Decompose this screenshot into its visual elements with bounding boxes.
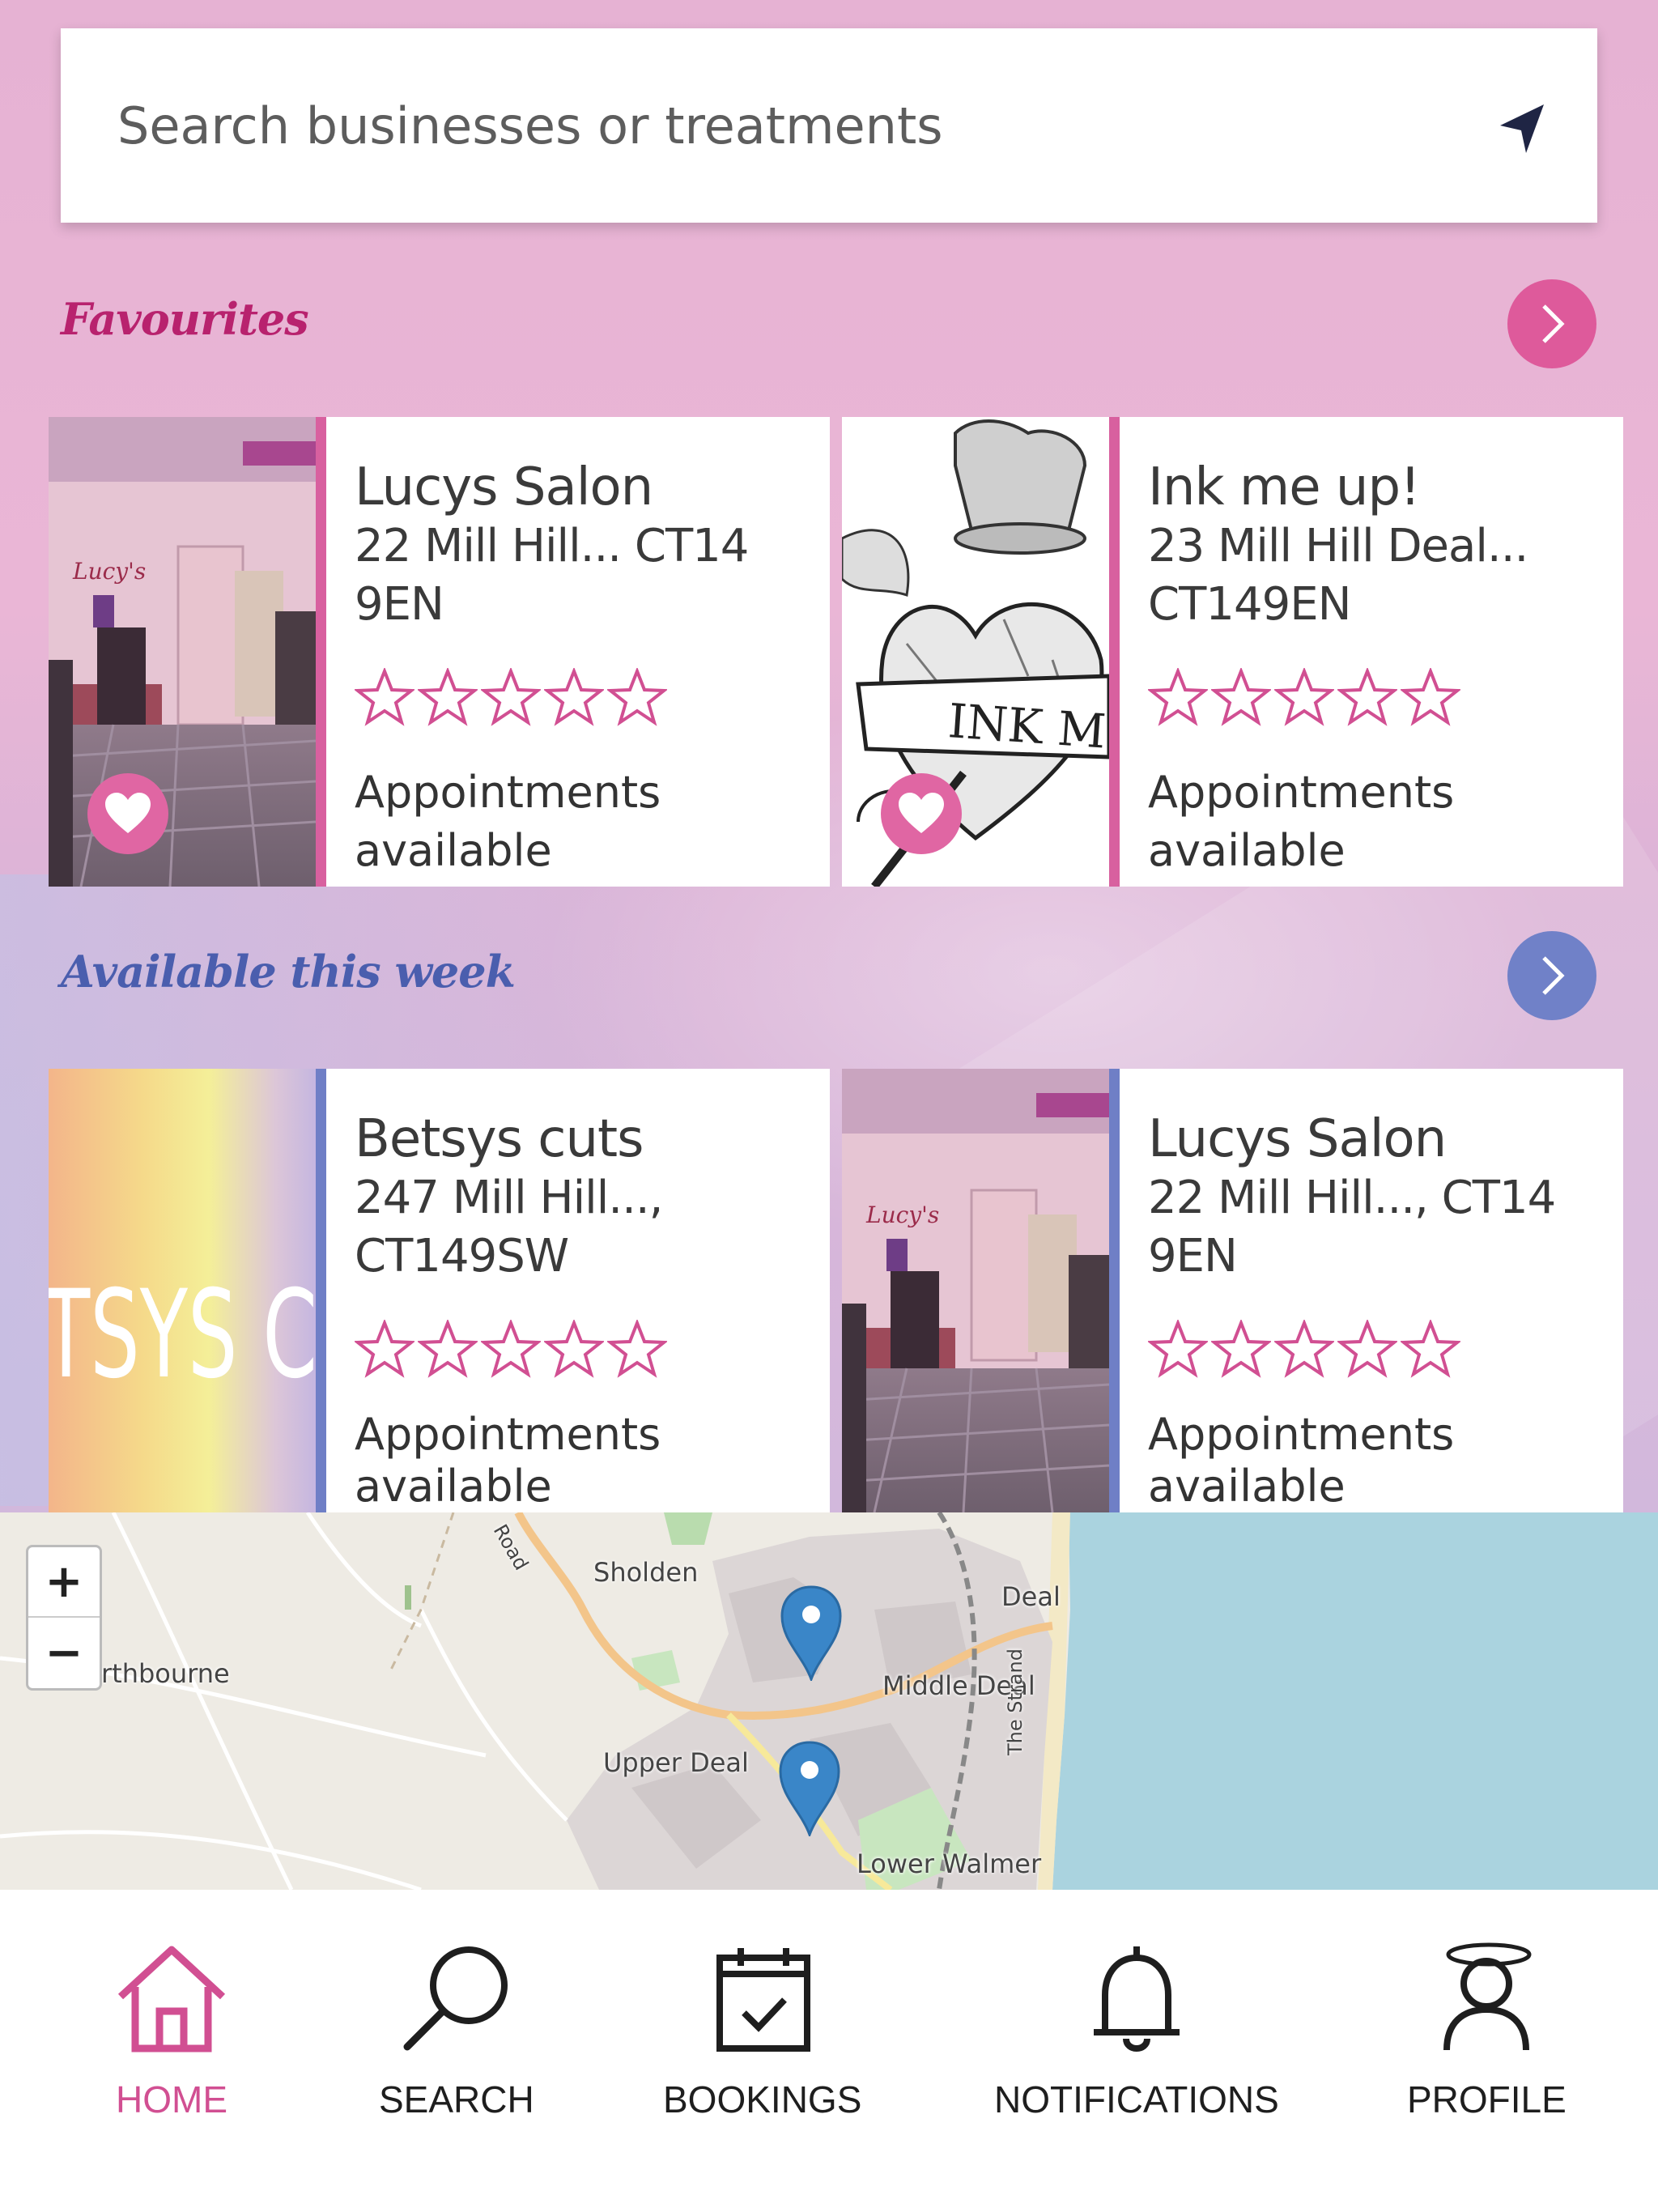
business-address: 22 Mill Hill... CT14 9EN <box>355 520 749 631</box>
nav-item-search[interactable]: SEARCH <box>379 1938 534 2121</box>
star-rating <box>355 1320 814 1383</box>
favourite-button[interactable] <box>881 773 962 854</box>
availability-text: Appointments available <box>1148 767 1455 876</box>
business-address: 247 Mill Hill..., CT149SW <box>355 1172 663 1283</box>
star-icon <box>1401 1320 1460 1378</box>
chevron-right-icon <box>1542 304 1565 343</box>
map-label-lower-walmer: Lower Walmer <box>857 1848 1042 1879</box>
zoom-out-button[interactable]: − <box>28 1618 100 1688</box>
map-label-deal: Deal <box>1001 1581 1061 1612</box>
star-icon <box>1148 668 1208 726</box>
star-icon <box>418 1320 478 1378</box>
map-pin-icon[interactable] <box>779 1584 844 1681</box>
map-label-sholden: Sholden <box>593 1557 699 1588</box>
business-name: Lucys Salon <box>355 457 653 517</box>
search-icon <box>403 1946 508 2051</box>
heart-icon <box>899 793 944 833</box>
star-rating <box>355 668 814 731</box>
star-icon <box>607 668 667 726</box>
bottom-navigation: HOME SEARCH BOOKINGS NOTIFICATIONS PROFI… <box>0 1890 1658 2212</box>
nav-item-notifications[interactable]: NOTIFICATIONS <box>994 1938 1279 2121</box>
calendar-icon <box>716 1948 810 2052</box>
business-card[interactable]: TSYS C Betsys cuts 247 Mill Hill..., CT1… <box>49 1069 830 1512</box>
star-icon <box>355 1320 414 1378</box>
favourites-title: Favourites <box>61 293 309 345</box>
business-address: 23 Mill Hill Deal... CT149EN <box>1148 520 1528 631</box>
nav-label-notifications: NOTIFICATIONS <box>994 2078 1279 2121</box>
star-icon <box>1148 1320 1208 1378</box>
nav-label-home: HOME <box>116 2078 227 2121</box>
star-icon <box>544 668 604 726</box>
business-name: Lucys Salon <box>1148 1109 1447 1169</box>
profile-icon <box>1443 1942 1532 2051</box>
star-icon <box>1401 668 1460 726</box>
star-icon <box>1211 668 1271 726</box>
search-input[interactable] <box>117 77 1453 174</box>
business-address: 22 Mill Hill..., CT14 9EN <box>1148 1172 1556 1283</box>
map-label-upper-deal: Upper Deal <box>603 1747 749 1778</box>
nav-label-search: SEARCH <box>379 2078 534 2121</box>
availability-text: Appointments available <box>1148 1409 1455 1512</box>
business-card[interactable]: INK ME UP Ink me up! 23 Mill Hill Deal..… <box>842 417 1623 887</box>
nav-item-home[interactable]: HOME <box>111 1938 232 2121</box>
business-name: Ink me up! <box>1148 457 1421 517</box>
available-see-all-button[interactable] <box>1507 931 1596 1020</box>
home-icon <box>117 1946 226 2052</box>
star-icon <box>544 1320 604 1378</box>
star-rating <box>1148 668 1607 731</box>
svg-text:Lucy's: Lucy's <box>72 558 146 585</box>
lucys-salon-photo: Lucy's <box>842 1069 1109 1512</box>
star-icon <box>1337 668 1397 726</box>
chevron-right-icon <box>1542 956 1565 995</box>
business-name: Betsys cuts <box>355 1109 644 1169</box>
nav-item-profile[interactable]: PROFILE <box>1407 1938 1567 2121</box>
available-this-week-title: Available this week <box>61 946 516 998</box>
availability-text: Appointments available <box>355 767 661 876</box>
map-zoom-control: + − <box>26 1545 102 1691</box>
favourite-button[interactable] <box>87 773 168 854</box>
star-icon <box>1337 1320 1397 1378</box>
star-icon <box>481 1320 541 1378</box>
star-icon <box>481 668 541 726</box>
heart-icon <box>105 793 151 833</box>
bell-icon <box>1093 1946 1180 2052</box>
map-label-northbourne: rthbourne <box>101 1658 230 1689</box>
location-arrow-icon[interactable] <box>1486 93 1558 166</box>
map-pin-icon[interactable] <box>777 1739 842 1836</box>
nav-label-profile: PROFILE <box>1407 2078 1567 2121</box>
map-label-the-strand: The Strand <box>1004 1648 1027 1755</box>
availability-text: Appointments available <box>355 1409 661 1512</box>
star-icon <box>355 668 414 726</box>
star-icon <box>1274 668 1334 726</box>
zoom-in-button[interactable]: + <box>28 1547 100 1618</box>
svg-text:TSYS C: TSYS C <box>49 1265 316 1406</box>
star-icon <box>418 668 478 726</box>
star-icon <box>1211 1320 1271 1378</box>
search-bar[interactable] <box>61 28 1597 223</box>
star-icon <box>1274 1320 1334 1378</box>
betsys-cuts-photo: TSYS C <box>49 1069 316 1512</box>
favourites-see-all-button[interactable] <box>1507 279 1596 368</box>
business-card[interactable]: Lucy's Lucys Salon 22 Mill Hill..., CT14… <box>842 1069 1623 1512</box>
nav-label-bookings: BOOKINGS <box>663 2078 862 2121</box>
star-icon <box>607 1320 667 1378</box>
star-rating <box>1148 1320 1607 1383</box>
nav-item-bookings[interactable]: BOOKINGS <box>663 1938 861 2121</box>
svg-text:Lucy's: Lucy's <box>865 1202 939 1228</box>
business-card[interactable]: Lucy's Lucys Salon 22 Mill Hill... CT14 … <box>49 417 830 887</box>
map[interactable]: Sholden Deal rthbourne Middle Deal Upper… <box>0 1512 1658 1890</box>
